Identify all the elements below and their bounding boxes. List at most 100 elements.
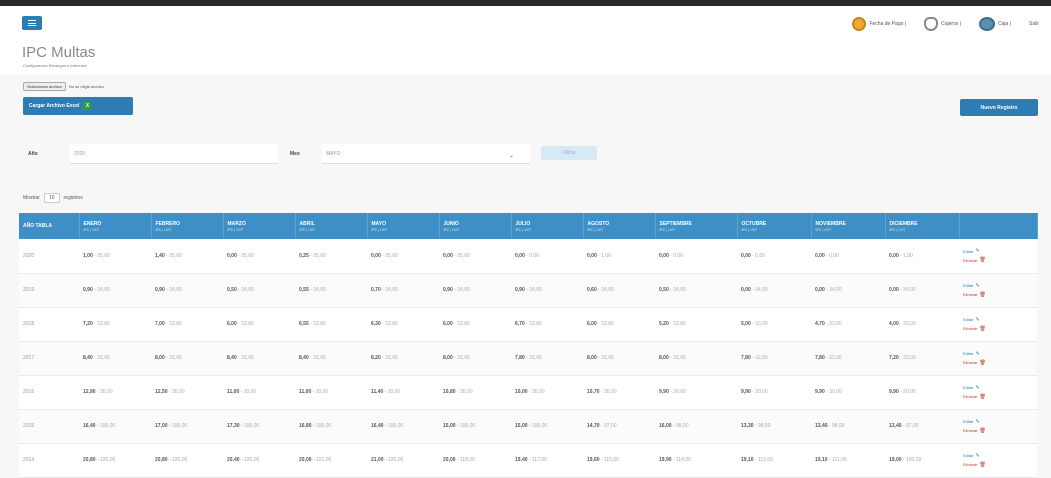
column-header[interactable]: NOVIEMBRE IPC | UVT	[811, 213, 886, 239]
new-record-button[interactable]: Nuevo Registro	[960, 99, 1038, 116]
uvt-value: - 0,00	[524, 252, 539, 259]
ipc-value: 8,00	[587, 355, 597, 361]
table-row: 2014 20,80 - 120,00 20,80 - 120,00 20,40 - …	[19, 443, 1037, 478]
uvt-value: - 100,00	[527, 423, 548, 429]
row-actions: Editar ✎ Eliminar 🗑	[963, 453, 1033, 468]
month-cell: 0,55 - 34,00	[295, 273, 367, 308]
show-suffix: registros	[63, 195, 83, 201]
filter-bar: Año 2020 Mes MAYO ⌄ Filtrar	[22, 140, 1032, 170]
column-header[interactable]: MARZO IPC | UVT	[223, 213, 296, 239]
delete-button[interactable]: Eliminar 🗑	[963, 292, 1033, 298]
month-cell: 16,40 - 100,00	[367, 409, 439, 444]
payment-date-link[interactable]: Fecha de Pago |	[852, 17, 906, 31]
month-cell: 12,50 - 30,00	[151, 375, 223, 410]
column-header[interactable]: SEPTIEMBRE IPC | UVT	[655, 213, 738, 239]
menu-toggle-button[interactable]	[22, 16, 42, 30]
page-size-control: Mostrar 10 registros	[23, 193, 83, 203]
ipc-value: 0,00	[741, 287, 751, 293]
ipc-value: 4,70	[815, 321, 825, 327]
column-header-label: OCTUBRE	[741, 220, 767, 227]
uvt-value: - 100,00	[95, 423, 116, 429]
month-label: Mes	[290, 151, 300, 157]
month-select[interactable]: MAYO	[322, 144, 530, 164]
uvt-value: - 30,00	[668, 389, 686, 395]
month-cell: 16,80 - 100,00	[295, 409, 367, 444]
ipc-value: 0,60	[587, 287, 597, 293]
column-header-label: NOVIEMBRE	[815, 220, 846, 227]
column-header-label: FEBRERO	[155, 220, 180, 227]
delete-label: Eliminar	[963, 462, 978, 467]
ipc-value: 8,00	[443, 355, 453, 361]
month-cell: 0,00 - 0,00	[811, 239, 885, 274]
cashiers-link[interactable]: Cajeros |	[924, 17, 961, 31]
month-cell: 15,00 - 100,00	[511, 409, 583, 444]
delete-button[interactable]: Eliminar 🗑	[963, 462, 1033, 468]
ipc-value: 0,00	[587, 252, 597, 259]
column-header[interactable]: AÑO TABLA	[19, 213, 80, 239]
column-header[interactable]: ENERO IPC | UVT	[79, 213, 152, 239]
year-cell: 2020	[19, 239, 79, 274]
ipc-value: 0,00	[815, 287, 825, 293]
uvt-value: - 111,00	[827, 457, 847, 463]
delete-button[interactable]: Eliminar 🗑	[963, 428, 1033, 434]
month-cell: 1,40 - 35,00	[151, 239, 223, 274]
upload-excel-button[interactable]: Cargar Archivo Excel X	[23, 97, 133, 115]
uvt-value: - 100,00	[167, 423, 188, 429]
column-header[interactable]: OCTUBRE IPC | UVT	[737, 213, 812, 239]
edit-button[interactable]: Editar ✎	[963, 317, 1033, 323]
delete-button[interactable]: Eliminar 🗑	[963, 360, 1033, 366]
delete-button[interactable]: Eliminar 🗑	[963, 326, 1033, 332]
column-header[interactable]: MAYO IPC | UVT	[367, 213, 440, 239]
uvt-value: - 34,00	[308, 287, 326, 293]
trash-icon: 🗑	[979, 291, 986, 298]
month-cell: 14,70 - 97,00	[583, 409, 655, 444]
actions-cell: Editar ✎ Eliminar 🗑	[959, 375, 1037, 410]
cash-register-link[interactable]: Caja |	[979, 17, 1011, 31]
row-actions: Editar ✎ Eliminar 🗑	[963, 419, 1033, 434]
ipc-value: 8,00	[155, 355, 165, 361]
edit-button[interactable]: Editar ✎	[963, 385, 1033, 391]
delete-button[interactable]: Eliminar 🗑	[963, 394, 1033, 400]
uvt-value: - 35,00	[164, 252, 182, 259]
table-row: 2016 12,90 - 30,00 12,50 - 30,00 11,00 - 30…	[19, 375, 1037, 410]
ipc-value: 9,90	[815, 389, 825, 395]
table-body: 2020 1,00 - 35,00 1,40 - 35,00 0,00 - 35,00…	[19, 239, 1037, 478]
month-cell: 6,00 - 33,00	[583, 307, 655, 342]
column-header[interactable]: JUNIO IPC | UVT	[439, 213, 512, 239]
actions-cell: Editar ✎ Eliminar 🗑	[959, 273, 1037, 308]
column-header-sub: IPC | UVT	[587, 227, 604, 232]
column-header[interactable]: ABRIL IPC | UVT	[295, 213, 368, 239]
ipc-value: 16,00	[659, 423, 672, 429]
column-header[interactable]: FEBRERO IPC | UVT	[151, 213, 224, 239]
month-cell: 9,90 - 30,00	[737, 375, 811, 410]
month-cell: 19,40 - 117,00	[511, 443, 583, 478]
column-header[interactable]: DICIEMBRE IPC | UVT	[885, 213, 960, 239]
edit-button[interactable]: Editar ✎	[963, 283, 1033, 289]
uvt-value: - 33,00	[668, 321, 686, 327]
uvt-value: - 100,00	[239, 423, 260, 429]
edit-button[interactable]: Editar ✎	[963, 453, 1033, 459]
column-header[interactable]: JULIO IPC | UVT	[511, 213, 584, 239]
uvt-value: - 30,00	[599, 389, 617, 395]
delete-button[interactable]: Eliminar 🗑	[963, 257, 1033, 263]
pencil-icon: ✎	[975, 350, 980, 357]
file-chooser: Seleccionar archivo No se eligió archivo	[23, 82, 104, 91]
ipc-value: 11,00	[227, 389, 240, 395]
edit-button[interactable]: Editar ✎	[963, 248, 1033, 254]
column-header-sub: IPC | UVT	[815, 227, 832, 232]
filter-button[interactable]: Filtrar	[541, 146, 597, 160]
column-header[interactable]: AGOSTO IPC | UVT	[583, 213, 656, 239]
logout-link[interactable]: Salir	[1029, 21, 1039, 27]
uvt-value: - 100,00	[311, 423, 332, 429]
year-input[interactable]: 2020	[70, 144, 278, 164]
column-header-sub: IPC | UVT	[227, 227, 244, 232]
edit-button[interactable]: Editar ✎	[963, 351, 1033, 357]
edit-button[interactable]: Editar ✎	[963, 419, 1033, 425]
uvt-value: - 34,00	[750, 287, 768, 293]
month-cell: 7,20 - 33,00	[79, 307, 151, 342]
ipc-value: 0,00	[227, 252, 237, 259]
column-header-label: JUNIO	[443, 220, 459, 227]
choose-file-button[interactable]: Seleccionar archivo	[23, 82, 66, 91]
page-size-select[interactable]: 10	[43, 193, 60, 203]
ipc-value: 0,90	[155, 287, 165, 293]
